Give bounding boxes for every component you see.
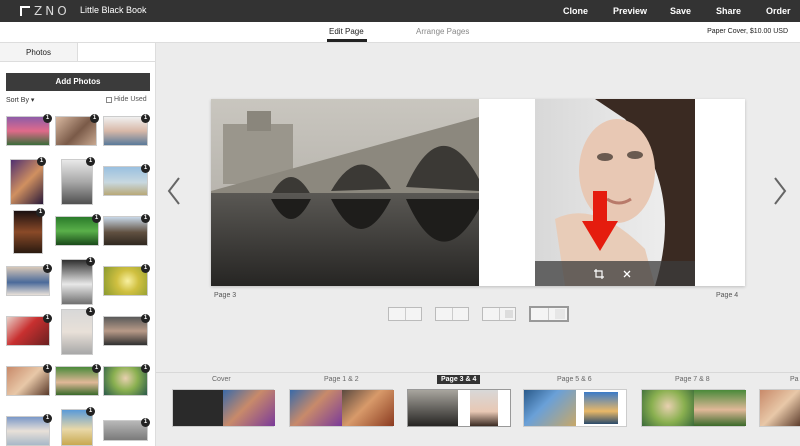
book-title[interactable]: Little Black Book — [80, 5, 147, 15]
tab-edit-page[interactable]: Edit Page — [329, 27, 364, 36]
usage-badge: 1 — [43, 364, 52, 373]
logo-text: ZNO — [34, 4, 70, 18]
sub-header: Edit Page Arrange Pages Paper Cover, $10… — [0, 22, 800, 43]
usage-badge: 1 — [90, 114, 99, 123]
usage-badge: 1 — [43, 314, 52, 323]
filmstrip-label-page-1-2: Page 1 & 2 — [324, 376, 359, 383]
usage-badge: 1 — [141, 264, 150, 273]
usage-badge: 1 — [92, 214, 101, 223]
layout-option-2[interactable] — [435, 307, 469, 321]
filmstrip-page-7-8[interactable] — [641, 389, 746, 427]
hide-used-checkbox[interactable] — [106, 96, 112, 103]
hide-used-label: Hide Used — [114, 96, 147, 103]
page-filmstrip: Cover Page 1 & 2 Page 3 & 4 Page 5 & 6 P… — [156, 372, 800, 446]
layout-option-3[interactable] — [482, 307, 516, 321]
photo-thumbnail[interactable]: 1 — [61, 307, 95, 355]
tab-arrange-pages[interactable]: Arrange Pages — [416, 27, 469, 36]
page-gutter — [479, 99, 535, 286]
usage-badge: 1 — [86, 257, 95, 266]
filmstrip-page-5-6[interactable] — [523, 389, 627, 427]
filmstrip-page-9-10[interactable] — [759, 389, 800, 427]
filmstrip-label-page-3-4: Page 3 & 4 — [437, 375, 481, 384]
usage-badge: 1 — [43, 414, 52, 423]
usage-badge: 1 — [37, 157, 46, 166]
photo-thumbnail[interactable]: 1 — [103, 418, 150, 441]
usage-badge: 1 — [141, 164, 150, 173]
tab-photos[interactable]: Photos — [0, 43, 78, 62]
usage-badge: 1 — [141, 114, 150, 123]
usage-badge: 1 — [86, 307, 95, 316]
photo-thumbnail[interactable]: 1 — [61, 157, 95, 205]
filmstrip-page-1-2[interactable] — [289, 389, 394, 427]
tab-empty — [78, 43, 156, 62]
photo-thumbnail[interactable]: 1 — [6, 264, 52, 296]
usage-badge: 1 — [36, 208, 45, 217]
logo-icon — [20, 6, 30, 16]
preview-button[interactable]: Preview — [613, 6, 647, 16]
usage-badge: 1 — [141, 314, 150, 323]
right-page-label: Page 4 — [716, 292, 739, 299]
photo-thumbnail[interactable]: 1 — [103, 114, 150, 146]
photo-thumbnail[interactable]: 1 — [55, 114, 99, 146]
red-down-arrow-icon — [582, 191, 618, 251]
usage-badge: 1 — [92, 364, 101, 373]
photo-thumbnail[interactable]: 1 — [6, 414, 52, 446]
photo-thumbnail[interactable]: 1 — [103, 214, 150, 246]
top-bar: ZNO Little Black Book Clone Preview Save… — [0, 0, 800, 22]
logo[interactable]: ZNO — [20, 4, 70, 18]
filmstrip-label-page-5-6: Page 5 & 6 — [557, 376, 592, 383]
photo-thumbnail[interactable]: 1 — [55, 364, 101, 396]
remove-photo-icon[interactable] — [623, 270, 631, 278]
filmstrip-page-cover[interactable] — [172, 389, 275, 427]
clone-button[interactable]: Clone — [563, 6, 588, 16]
left-page-label: Page 3 — [214, 292, 237, 299]
bridge-photo[interactable] — [211, 99, 479, 286]
active-tab-indicator — [327, 39, 367, 42]
filmstrip-page-3-4-selected[interactable] — [407, 389, 511, 427]
next-page-arrow-icon[interactable] — [772, 176, 788, 206]
usage-badge: 1 — [141, 418, 150, 427]
page-margin — [695, 99, 745, 286]
filmstrip-label-page-7-8: Page 7 & 8 — [675, 376, 710, 383]
share-button[interactable]: Share — [716, 6, 741, 16]
photo-thumbnail[interactable]: 1 — [6, 114, 52, 146]
previous-page-arrow-icon[interactable] — [166, 176, 182, 206]
photo-toolbar — [535, 261, 695, 286]
sort-by-dropdown[interactable]: Sort By ▾ — [6, 96, 34, 104]
usage-badge: 1 — [141, 364, 150, 373]
hide-used-toggle[interactable]: Hide Used — [106, 96, 147, 103]
photo-thumbnail[interactable]: 1 — [10, 157, 46, 205]
photo-thumbnail[interactable]: 1 — [103, 264, 150, 296]
photo-thumbnail[interactable]: 1 — [103, 314, 150, 346]
photo-thumbnail[interactable]: 1 — [55, 214, 101, 246]
order-button[interactable]: Order — [766, 6, 791, 16]
add-photos-button[interactable]: Add Photos — [6, 73, 150, 91]
layout-option-4-selected[interactable] — [529, 306, 569, 322]
filmstrip-label-page-9-10: Pa — [790, 376, 799, 383]
photo-thumbnail[interactable]: 1 — [13, 208, 45, 254]
photo-thumbnail[interactable]: 1 — [103, 164, 150, 196]
save-button[interactable]: Save — [670, 6, 691, 16]
usage-badge: 1 — [86, 157, 95, 166]
cover-price-info[interactable]: Paper Cover, $10.00 USD — [707, 28, 788, 35]
photo-panel: Photos Add Photos Sort By ▾ Hide Used 1 … — [0, 43, 156, 446]
photo-thumbnail[interactable]: 1 — [6, 314, 52, 346]
usage-badge: 1 — [86, 407, 95, 416]
photo-thumbnail[interactable]: 1 — [103, 364, 150, 396]
filmstrip-label-cover: Cover — [212, 376, 231, 383]
layout-option-1[interactable] — [388, 307, 422, 321]
page-spread — [211, 99, 745, 286]
crop-icon[interactable] — [594, 269, 604, 279]
usage-badge: 1 — [43, 264, 52, 273]
photo-thumbnail[interactable]: 1 — [6, 364, 52, 396]
usage-badge: 1 — [141, 214, 150, 223]
photo-thumbnail[interactable]: 1 — [61, 407, 95, 446]
photo-thumbnail[interactable]: 1 — [61, 257, 95, 305]
usage-badge: 1 — [43, 114, 52, 123]
